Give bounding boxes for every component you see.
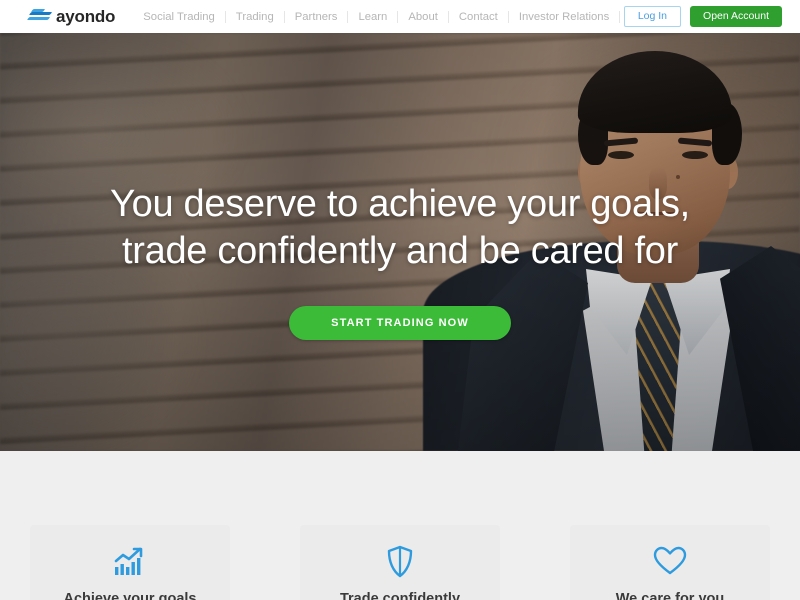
nav-link-investor-relations[interactable]: Investor Relations — [509, 10, 621, 23]
open-account-button[interactable]: Open Account — [690, 6, 782, 27]
shield-icon — [386, 542, 414, 580]
nav-link-contact[interactable]: Contact — [449, 10, 509, 23]
hero-headline: You deserve to achieve your goals, trade… — [40, 181, 760, 275]
feature-card-title: We care for you — [615, 591, 725, 600]
log-in-button[interactable]: Log In — [623, 6, 682, 27]
heart-icon — [653, 542, 687, 580]
brand-name: ayondo — [56, 6, 116, 26]
nav-link-trading[interactable]: Trading — [226, 10, 285, 23]
start-trading-now-button[interactable]: START TRADING NOW — [289, 306, 511, 341]
brand-logo[interactable]: ayondo — [26, 6, 116, 27]
hero-headline-line-1: You deserve to achieve your goals, — [110, 183, 690, 225]
hero-headline-line-2: trade confidently and be cared for — [122, 230, 678, 273]
feature-card-we-care-for-you[interactable]: We care for you — [570, 525, 770, 600]
hero-content: You deserve to achieve your goals, trade… — [0, 33, 800, 451]
feature-card-achieve-your-goals[interactable]: Achieve your goals — [30, 525, 230, 600]
ayondo-slanted-bars-logo-icon — [26, 8, 54, 25]
navbar-actions: Log In Open Account — [623, 6, 782, 27]
navbar: ayondo Social Trading Trading Partners L… — [0, 0, 800, 33]
feature-card-title: Achieve your goals — [63, 591, 197, 600]
hero-banner: You deserve to achieve your goals, trade… — [0, 33, 800, 451]
nav-link-about[interactable]: About — [398, 10, 449, 23]
features-section: Achieve your goals Trade confidently We … — [0, 451, 800, 600]
feature-card-title: Trade confidently — [339, 591, 461, 600]
nav-link-partners[interactable]: Partners — [285, 10, 349, 23]
feature-card-list: Achieve your goals Trade confidently We … — [30, 525, 770, 600]
nav-link-social-trading[interactable]: Social Trading — [133, 10, 226, 23]
nav-link-learn[interactable]: Learn — [348, 10, 399, 23]
feature-card-trade-confidently[interactable]: Trade confidently — [300, 525, 500, 600]
primary-navigation: Social Trading Trading Partners Learn Ab… — [133, 8, 621, 26]
growth-chart-arrow-icon — [113, 542, 147, 580]
